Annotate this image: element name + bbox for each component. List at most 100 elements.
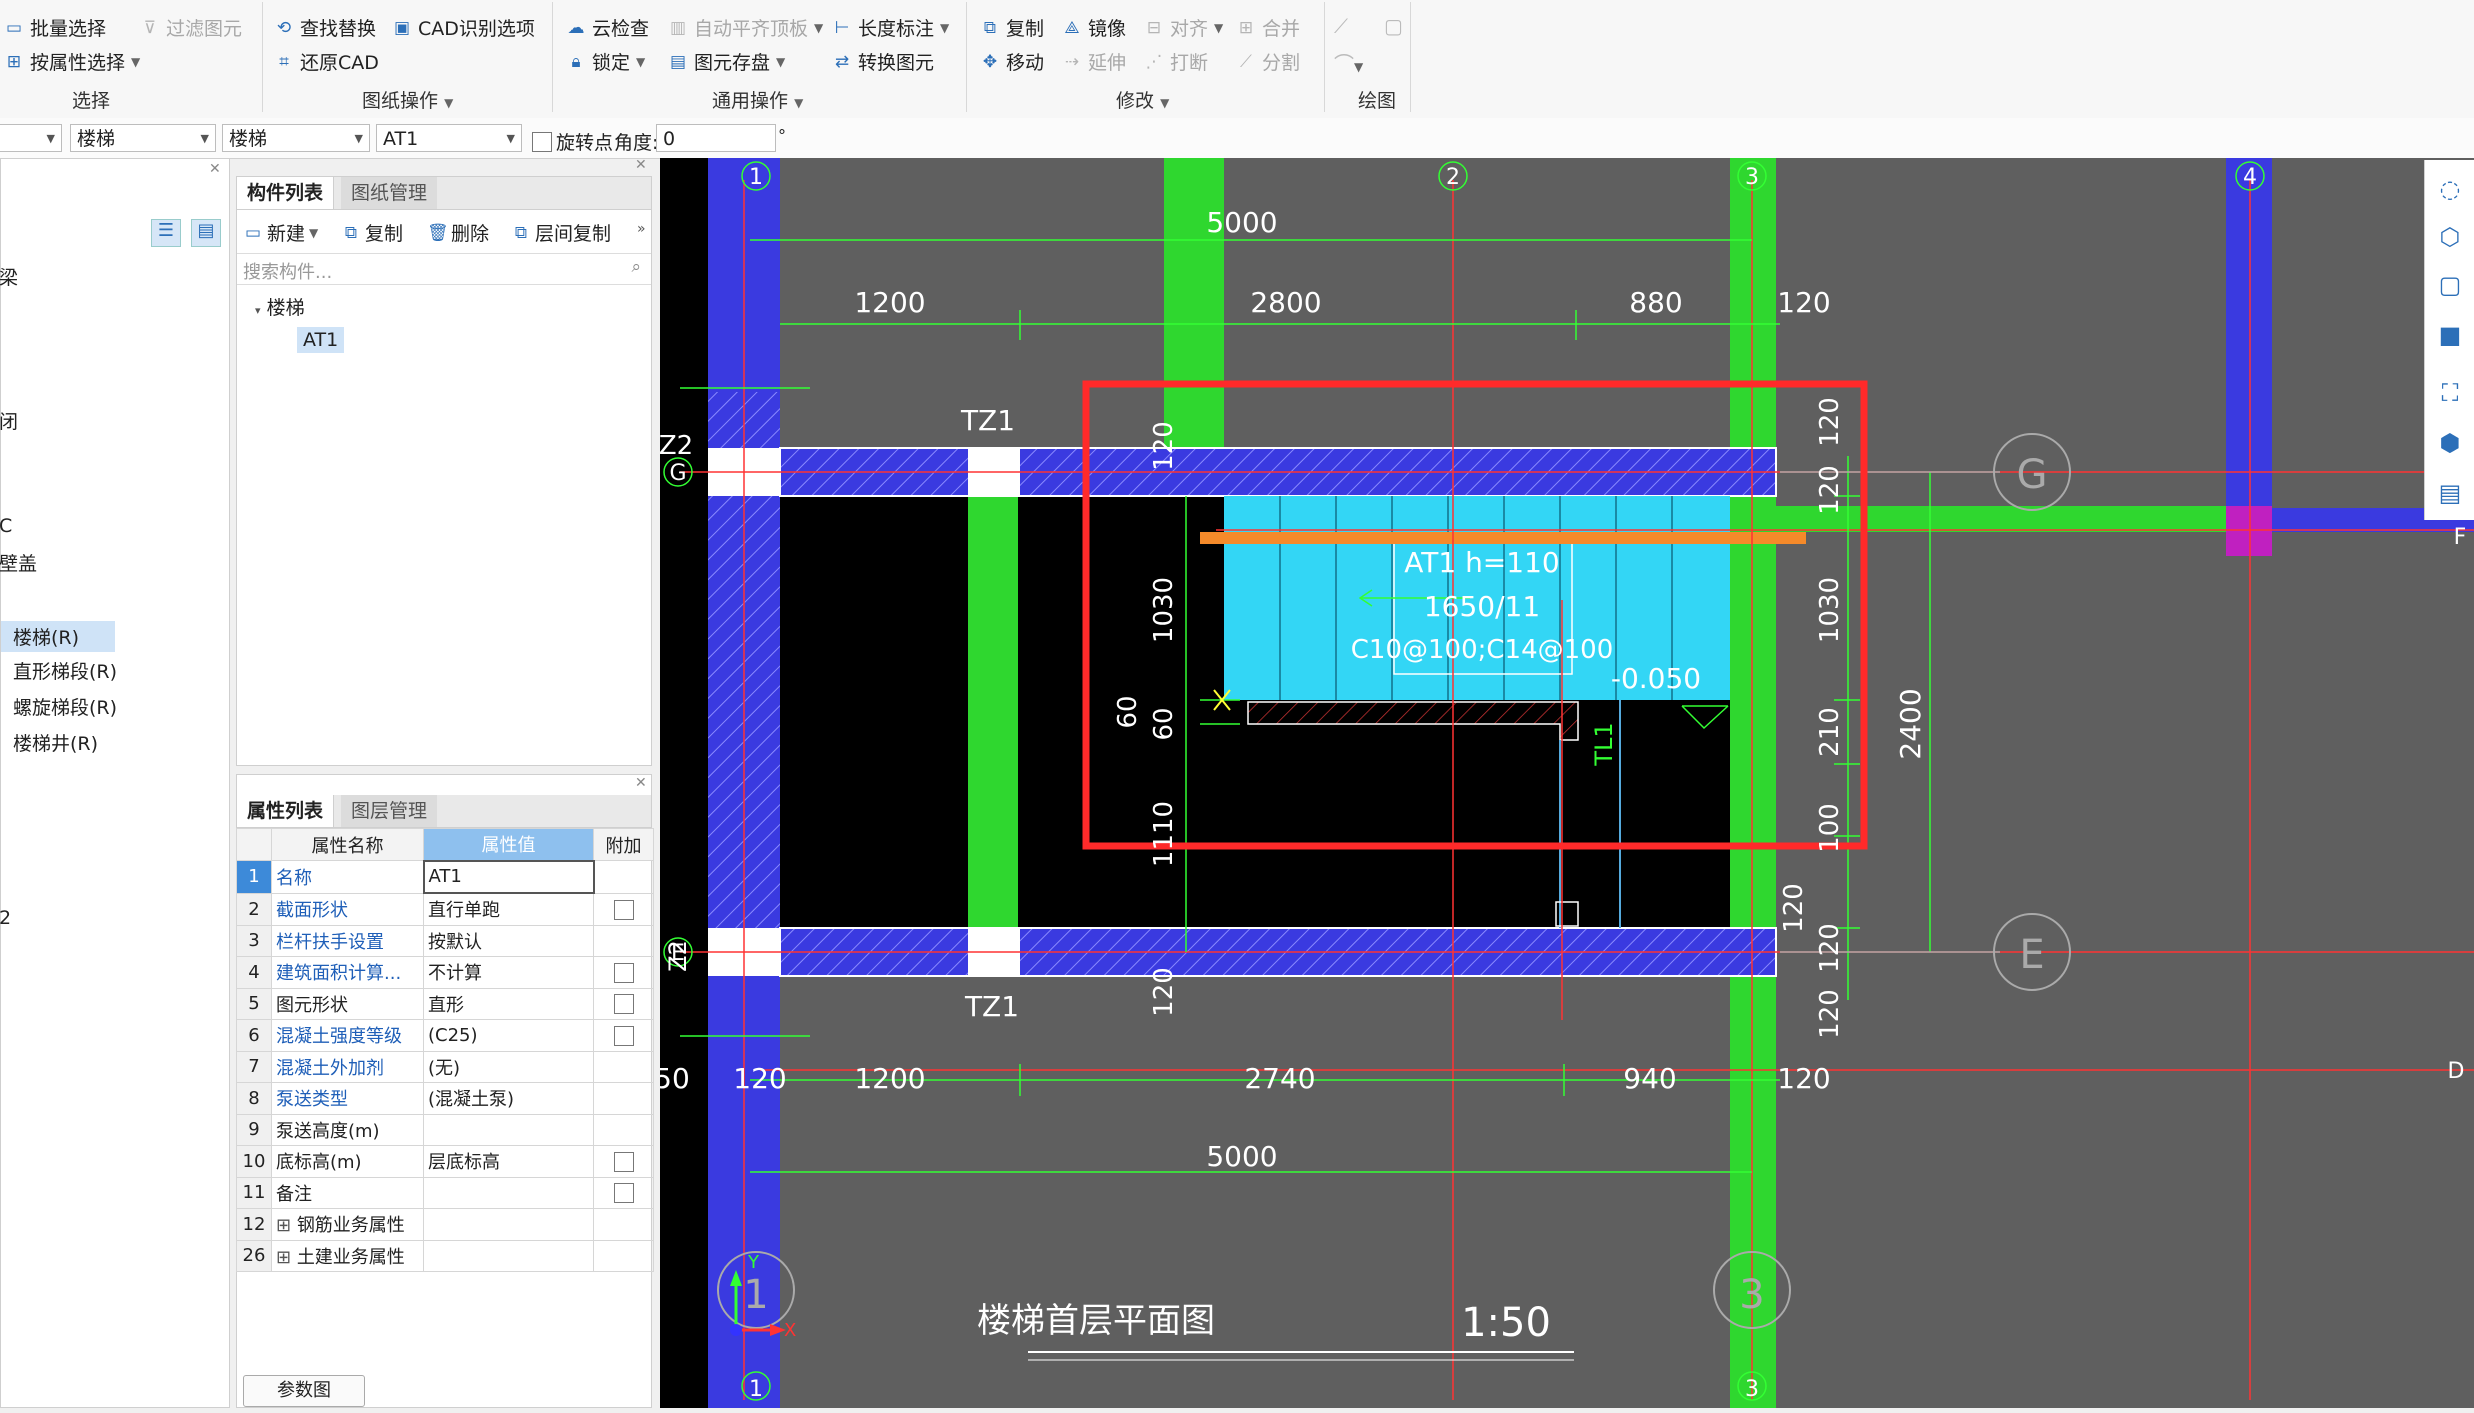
property-value-cell[interactable] xyxy=(423,1239,594,1272)
property-value-cell[interactable]: 层底标高 xyxy=(423,1145,594,1178)
lock-button[interactable]: 🔒︎ 锁定 ▼ xyxy=(566,48,645,75)
checkbox[interactable] xyxy=(532,131,552,152)
property-value-cell[interactable]: 不计算 xyxy=(423,956,594,989)
property-row[interactable]: 26 ⊞ 土建业务属性 xyxy=(236,1239,654,1272)
tree-item-at1[interactable]: AT1 xyxy=(297,327,345,353)
more-icon[interactable]: » xyxy=(637,221,646,237)
extra-checkbox[interactable] xyxy=(613,994,634,1015)
chevron-down-icon[interactable]: ▼ xyxy=(794,96,803,110)
property-value-cell[interactable] xyxy=(423,1113,594,1146)
nav-partial-label[interactable]: 闭 xyxy=(0,407,18,434)
new-component-button[interactable]: ▭ 新建 ▼ xyxy=(243,219,318,246)
list-view-icon[interactable]: ☰ xyxy=(151,219,181,247)
close-icon[interactable]: ✕ xyxy=(209,161,221,177)
tree-root-stair[interactable]: ▾ 楼梯 xyxy=(255,293,305,320)
property-row[interactable]: 9 泵送高度(m) xyxy=(236,1113,654,1146)
3d-view-icon[interactable]: ⬡ xyxy=(2435,222,2465,252)
line-draw-icon[interactable]: ⟋ xyxy=(1334,14,1358,38)
nav-item-straight-flight[interactable]: 直形梯段(R) xyxy=(13,657,117,684)
property-row[interactable]: 7 混凝土外加剂 (无) xyxy=(236,1050,654,1083)
property-row[interactable]: 5 图元形状 直形 xyxy=(236,987,654,1020)
floor-combo[interactable]: ▼ xyxy=(0,124,62,152)
property-value-cell[interactable]: (无) xyxy=(423,1050,594,1083)
property-value-cell[interactable]: 按默认 xyxy=(423,924,594,957)
nav-item-stair[interactable]: 楼梯(R) xyxy=(1,621,115,652)
nav-item-spiral-flight[interactable]: 螺旋梯段(R) xyxy=(13,693,117,720)
orbit-icon[interactable]: ◌ xyxy=(2435,174,2465,204)
cad-options-button[interactable]: ▣ CAD识别选项 xyxy=(392,14,535,41)
property-row[interactable]: 4 建筑面积计算... 不计算 xyxy=(236,956,654,989)
extra-checkbox[interactable] xyxy=(613,1183,634,1204)
extra-checkbox[interactable] xyxy=(613,899,634,920)
arc-draw-icon[interactable]: ⌒▼ xyxy=(1334,48,1374,76)
extra-checkbox[interactable] xyxy=(613,962,634,983)
property-value-cell[interactable]: 直形 xyxy=(423,987,594,1020)
length-dimension-button[interactable]: ⊢ 长度标注 ▼ xyxy=(832,14,950,41)
property-value-cell[interactable]: (混凝土泵) xyxy=(423,1082,594,1115)
expand-icon[interactable]: ⊞ xyxy=(276,1215,297,1236)
tab-component-list[interactable]: 构件列表 xyxy=(237,177,335,209)
fullscreen-icon[interactable]: ⛶ xyxy=(2435,378,2465,408)
auto-align-slab-button[interactable]: ▥ 自动平齐顶板 ▼ xyxy=(668,14,823,41)
property-value-cell[interactable] xyxy=(423,1176,594,1209)
nav-partial-label[interactable]: 壁盖 xyxy=(0,549,37,576)
find-replace-button[interactable]: ⟲ 查找替换 xyxy=(274,14,376,41)
property-row[interactable]: 12 ⊞ 钢筋业务属性 xyxy=(236,1208,654,1241)
delete-component-button[interactable]: 🗑︎ 删除 xyxy=(427,219,489,246)
copy-element-button[interactable]: ⧉ 复制 xyxy=(980,14,1044,41)
split-button[interactable]: ⟋ 分割 xyxy=(1236,48,1300,75)
property-row[interactable]: 6 混凝土强度等级 (C25) xyxy=(236,1019,654,1052)
close-icon[interactable]: ✕ xyxy=(635,775,647,791)
cad-drawing[interactable]: 1 2 3 4 G E G E F D 1 3 3 1 5000 1200 28… xyxy=(660,158,2474,1408)
element-storage-button[interactable]: ▤ 图元存盘 ▼ xyxy=(668,48,785,75)
convert-element-button[interactable]: ⇄ 转换图元 xyxy=(832,48,934,75)
view-settings-icon[interactable]: ▤ xyxy=(2435,478,2465,508)
property-row[interactable]: 1 名称 AT1 xyxy=(236,859,654,894)
merge-button[interactable]: ⊞ 合并 xyxy=(1236,14,1300,41)
copy-component-button[interactable]: ⧉ 复制 xyxy=(341,219,403,246)
nav-item-stair-well[interactable]: 楼梯井(R) xyxy=(13,729,98,756)
filter-elements-button[interactable]: ⊽ 过滤图元 xyxy=(140,14,242,41)
move-button[interactable]: ✥ 移动 xyxy=(980,48,1044,75)
component-type-combo[interactable]: 楼梯 ▼ xyxy=(70,124,216,152)
extra-checkbox[interactable] xyxy=(613,1151,634,1172)
cad-drawing-canvas[interactable]: 1 2 3 4 G E G E F D 1 3 3 1 5000 1200 28… xyxy=(660,158,2474,1408)
component-subtype-combo[interactable]: 楼梯 ▼ xyxy=(222,124,370,152)
break-button[interactable]: ⋰ 打断 xyxy=(1144,48,1209,75)
restore-cad-button[interactable]: ⌗ 还原CAD xyxy=(274,48,379,75)
solid-view-icon[interactable]: ■ xyxy=(2435,320,2465,350)
rotate-point-checkbox[interactable]: 旋转点 xyxy=(532,128,613,155)
chevron-down-icon[interactable]: ▼ xyxy=(1160,96,1169,110)
angle-input[interactable]: 0 xyxy=(656,124,776,152)
cloud-check-button[interactable]: ☁ 云检查 xyxy=(566,14,650,41)
batch-select-button[interactable]: ▭ 批量选择 xyxy=(4,14,106,41)
component-name-combo[interactable]: AT1 ▼ xyxy=(376,124,522,152)
close-icon[interactable]: ✕ xyxy=(635,157,647,173)
nav-partial-label[interactable]: 2 xyxy=(0,907,11,929)
nav-partial-label[interactable]: C xyxy=(0,515,12,537)
tab-drawing-management[interactable]: 图纸管理 xyxy=(341,177,438,209)
rectangle-draw-icon[interactable]: ▢ xyxy=(1384,14,1408,38)
select-by-attribute-button[interactable]: ⊞ 按属性选择 ▼ xyxy=(4,48,140,75)
cube-view-icon[interactable]: ▢ xyxy=(2435,270,2465,300)
layer-view-icon[interactable]: ⬢ xyxy=(2435,428,2465,458)
extra-checkbox[interactable] xyxy=(613,1025,634,1046)
mirror-button[interactable]: ⟁ 镜像 xyxy=(1062,14,1126,41)
detail-view-icon[interactable]: ▤ xyxy=(191,219,221,247)
property-row[interactable]: 10 底标高(m) 层底标高 xyxy=(236,1145,654,1178)
property-value-cell[interactable]: (C25) xyxy=(423,1019,594,1052)
property-row[interactable]: 3 栏杆扶手设置 按默认 xyxy=(236,924,654,957)
tab-property-list[interactable]: 属性列表 xyxy=(237,795,335,827)
expand-icon[interactable]: ⊞ xyxy=(276,1247,297,1268)
component-search-box[interactable]: 搜索构件... ⌕ xyxy=(237,253,651,285)
param-diagram-button[interactable]: 参数图 xyxy=(243,1375,365,1407)
property-value-cell[interactable] xyxy=(423,1208,594,1241)
extend-button[interactable]: ⇢ 延伸 xyxy=(1062,48,1126,75)
align-button[interactable]: ⊟ 对齐 ▼ xyxy=(1144,14,1223,41)
property-value-cell[interactable]: 直行单跑 xyxy=(423,892,594,926)
property-row[interactable]: 8 泵送类型 (混凝土泵) xyxy=(236,1082,654,1115)
property-value-cell[interactable]: AT1 xyxy=(422,859,595,894)
property-row[interactable]: 2 截面形状 直行单跑 xyxy=(236,892,654,926)
nav-partial-label[interactable]: 梁 xyxy=(0,263,18,290)
property-row[interactable]: 11 备注 xyxy=(236,1176,654,1209)
